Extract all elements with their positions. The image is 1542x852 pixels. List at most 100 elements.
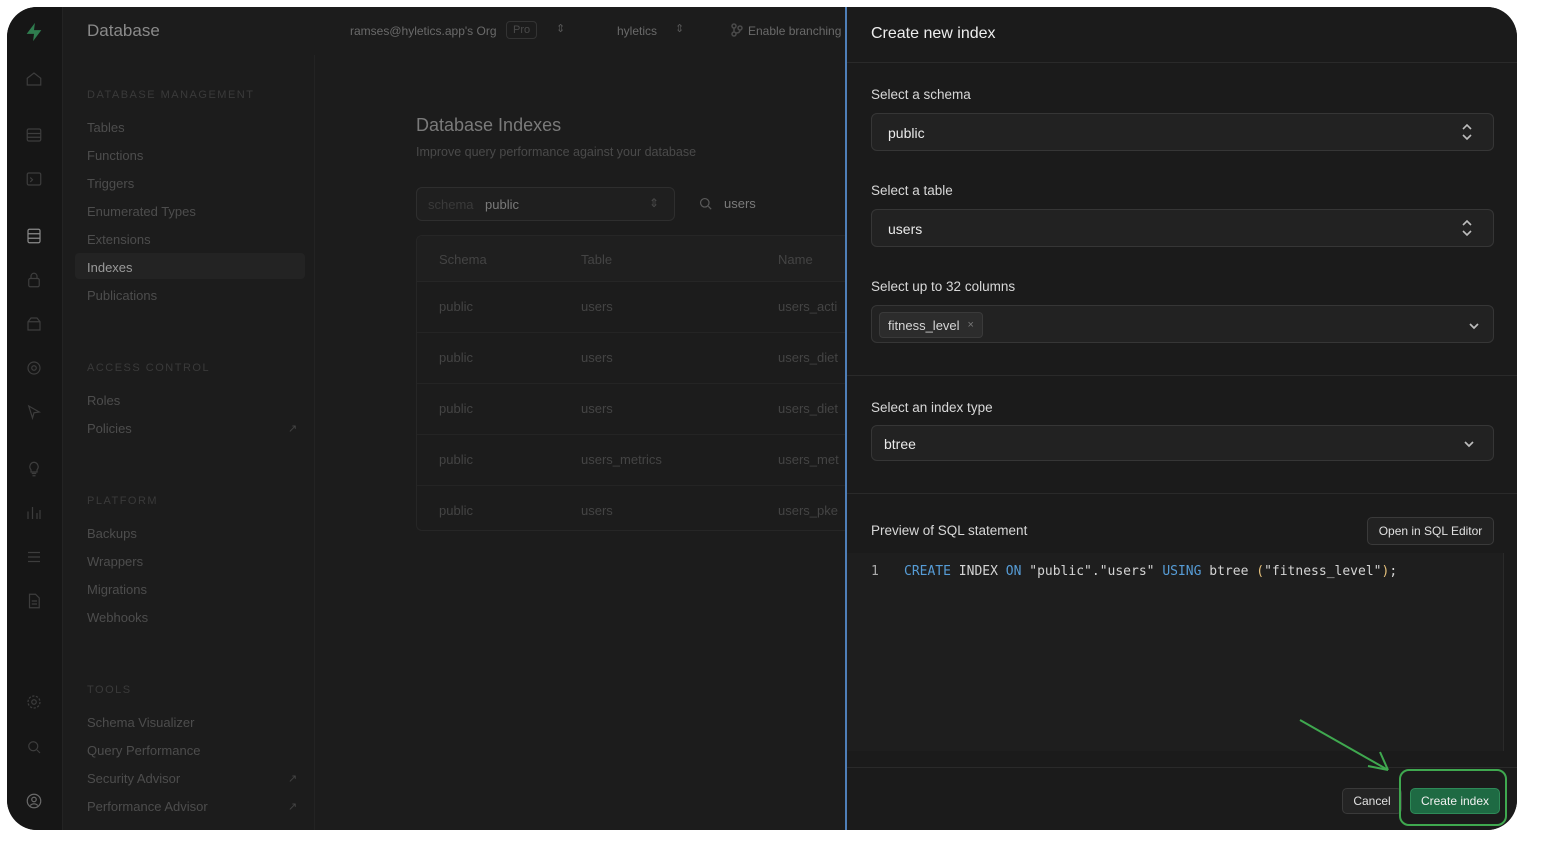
sidebar-item-backups[interactable]: Backups [87,526,137,541]
sql-text: btree [1201,564,1257,579]
table-select[interactable]: users [871,209,1494,247]
sidebar-item-triggers[interactable]: Triggers [87,176,134,191]
cell-schema: public [439,350,473,365]
reports-icon[interactable] [23,502,45,524]
user-avatar-icon[interactable] [23,790,45,812]
table-row[interactable]: public users users_diet [417,384,856,435]
plan-badge: Pro [506,21,538,39]
table-row[interactable]: public users users_acti [417,282,856,333]
section-heading: TOOLS [87,684,132,696]
project-selector[interactable]: hyletics [617,24,657,38]
sql-keyword: CREATE [904,564,951,579]
section-heading: ACCESS CONTROL [87,362,211,374]
remove-tag-icon[interactable]: × [968,319,974,331]
cell-schema: public [439,299,473,314]
schema-filter-value: public [485,197,519,212]
sidebar-item-performance-advisor[interactable]: Performance Advisor [87,799,208,814]
realtime-icon[interactable] [23,357,45,379]
table-row[interactable]: public users_metrics users_met [417,435,856,486]
cell-table: users [581,401,613,416]
section-title: Database [87,21,160,40]
table-header: Schema Table Name [417,236,856,282]
column-header-name: Name [778,252,813,267]
home-icon[interactable] [23,68,45,90]
annotation-arrow [1290,712,1400,777]
annotation-highlight-box [1399,769,1507,826]
sidebar-item-query-performance[interactable]: Query Performance [87,743,200,758]
columns-field-label: Select up to 32 columns [871,279,1016,294]
sidebar-item-policies[interactable]: Policies [87,421,132,436]
index-type-select[interactable]: btree [871,425,1494,461]
sql-preview-label: Preview of SQL statement [871,523,1028,538]
storage-icon[interactable] [23,313,45,335]
page-title: Database Indexes [416,115,562,135]
cell-schema: public [439,503,473,518]
sidebar-item-schema-visualizer[interactable]: Schema Visualizer [87,715,194,730]
external-link-icon: ↗ [288,801,298,813]
search-icon[interactable] [23,736,45,758]
cell-schema: public [439,452,473,467]
selected-column-label: fitness_level [888,317,960,333]
branch-icon [731,23,743,37]
index-search-input[interactable]: users [724,196,756,211]
sidebar-item-functions[interactable]: Functions [87,148,143,163]
sql-keyword: USING [1162,564,1202,579]
sidebar-item-roles[interactable]: Roles [87,393,120,408]
table-editor-icon[interactable] [23,124,45,146]
sql-preview-editor[interactable]: 1 CREATE INDEX ON "public"."users" USING… [847,553,1504,751]
cell-table: users [581,503,613,518]
sidebar-item-tables[interactable]: Tables [87,120,125,135]
sidebar-item-enumerated-types[interactable]: Enumerated Types [87,204,196,219]
database-icon[interactable] [23,225,45,247]
page-subtitle: Improve query performance against your d… [416,145,697,159]
cell-table: users [581,350,613,365]
app-window: Database ramses@hyletics.app's Org Pro ⇕… [7,7,1517,830]
indexes-table: Schema Table Name public users users_act… [416,235,856,531]
sidebar-item-security-advisor[interactable]: Security Advisor [87,771,180,786]
edge-functions-icon[interactable] [23,401,45,423]
schema-select-value: public [888,125,925,141]
cancel-button[interactable]: Cancel [1342,788,1402,814]
sidebar-item-publications[interactable]: Publications [87,288,157,303]
updown-chevron-icon: ⇕ [649,196,660,210]
create-index-panel: Create new index Select a schema public … [845,7,1517,830]
schema-filter-select[interactable]: schema public ⇕ [416,187,675,221]
panel-header: Create new index [847,7,1517,63]
divider [847,493,1517,494]
table-row[interactable]: public users users_diet [417,333,856,384]
table-row[interactable]: public users users_pke [417,486,856,530]
database-sidebar: DATABASE MANAGEMENT Tables Functions Tri… [63,55,315,830]
org-selector[interactable]: ramses@hyletics.app's Org [350,24,497,38]
top-bar: Database ramses@hyletics.app's Org Pro ⇕… [63,7,853,55]
sql-editor-icon[interactable] [23,168,45,190]
divider [847,767,1517,768]
sidebar-item-wrappers[interactable]: Wrappers [87,554,143,569]
settings-gear-icon[interactable] [23,691,45,713]
selected-column-tag: fitness_level × [879,312,983,338]
cell-schema: public [439,401,473,416]
section-heading: DATABASE MANAGEMENT [87,89,255,101]
column-header-schema: Schema [439,252,487,267]
enable-branching-button[interactable]: Enable branching [748,24,841,38]
docs-icon[interactable] [23,590,45,612]
supabase-logo-icon[interactable] [23,21,45,43]
sidebar-item-extensions[interactable]: Extensions [87,232,151,247]
sql-text: "fitness_level" [1264,564,1382,579]
sidebar-item-indexes[interactable]: Indexes [87,260,133,275]
chevron-down-icon [1463,437,1475,449]
org-chevron-icon[interactable]: ⇕ [556,22,565,35]
project-chevron-icon[interactable]: ⇕ [675,22,684,35]
columns-multiselect[interactable]: fitness_level × [871,305,1494,343]
cell-name: users_met [778,452,839,467]
sidebar-item-migrations[interactable]: Migrations [87,582,147,597]
cell-name: users_acti [778,299,838,314]
sidebar-item-webhooks[interactable]: Webhooks [87,610,148,625]
auth-lock-icon[interactable] [23,269,45,291]
cell-name: users_pke [778,503,838,518]
cell-name: users_diet [778,401,838,416]
open-in-sql-editor-button[interactable]: Open in SQL Editor [1367,517,1494,545]
logs-icon[interactable] [23,546,45,568]
advisors-bulb-icon[interactable] [23,458,45,480]
schema-field-label: Select a schema [871,87,971,102]
schema-select[interactable]: public [871,113,1494,151]
